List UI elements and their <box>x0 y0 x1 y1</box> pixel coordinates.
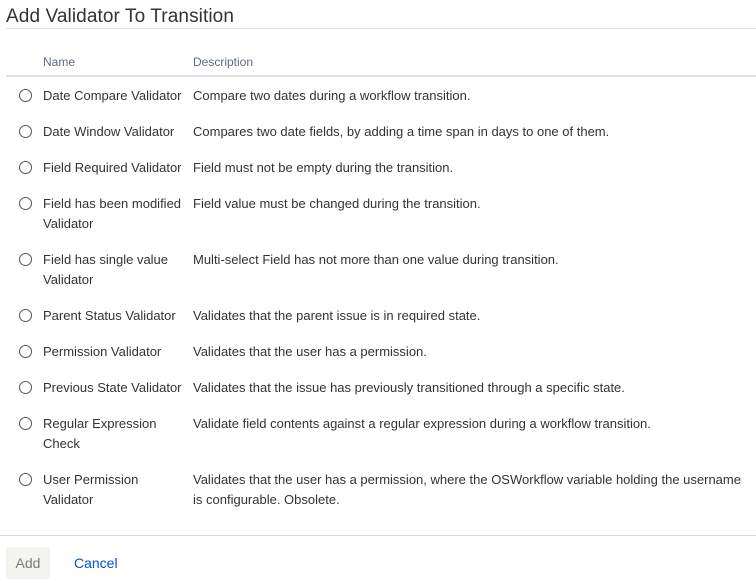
validator-name: Field Required Validator <box>43 160 182 175</box>
radio-button[interactable] <box>19 417 32 430</box>
validator-description: Validates that the user has a permission… <box>193 472 741 507</box>
validator-description: Compares two date fields, by adding a ti… <box>193 124 610 139</box>
column-header-description: Description <box>193 55 254 69</box>
validator-description: Validates that the issue has previously … <box>193 380 625 395</box>
radio-button[interactable] <box>19 309 32 322</box>
add-button[interactable]: Add <box>6 547 50 579</box>
validator-name: Parent Status Validator <box>43 308 176 323</box>
title-divider <box>6 28 756 29</box>
radio-button[interactable] <box>19 473 32 486</box>
radio-button[interactable] <box>19 161 32 174</box>
validator-description: Field value must be changed during the t… <box>193 196 481 211</box>
validator-description: Validate field contents against a regula… <box>193 416 651 431</box>
validator-name: Date Compare Validator <box>43 88 182 103</box>
validator-name: Field has single value Validator <box>43 252 169 287</box>
validator-name: Regular Expression Check <box>43 416 157 451</box>
validator-name: Previous State Validator <box>43 380 182 395</box>
radio-button[interactable] <box>19 345 32 358</box>
radio-button[interactable] <box>19 125 32 138</box>
header-divider <box>6 75 756 77</box>
validator-name: Date Window Validator <box>43 124 175 139</box>
validator-name: Field has been modified Validator <box>43 196 182 231</box>
dialog-title: Add Validator To Transition <box>6 6 235 27</box>
validator-name: Permission Validator <box>43 344 162 359</box>
validator-description: Validates that the user has a permission… <box>193 344 427 359</box>
cancel-link[interactable]: Cancel <box>74 555 118 571</box>
radio-button[interactable] <box>19 253 32 266</box>
validator-name: User Permission Validator <box>43 472 139 507</box>
validator-description: Validates that the parent issue is in re… <box>193 308 481 323</box>
footer-divider <box>0 535 756 536</box>
table-header: Name Description <box>0 52 756 74</box>
validator-description: Field must not be empty during the trans… <box>193 160 454 175</box>
radio-button[interactable] <box>19 89 32 102</box>
radio-button[interactable] <box>19 197 32 210</box>
radio-button[interactable] <box>19 381 32 394</box>
validator-description: Compare two dates during a workflow tran… <box>193 88 471 103</box>
validator-description: Multi-select Field has not more than one… <box>193 252 559 267</box>
column-header-name: Name <box>43 55 76 69</box>
